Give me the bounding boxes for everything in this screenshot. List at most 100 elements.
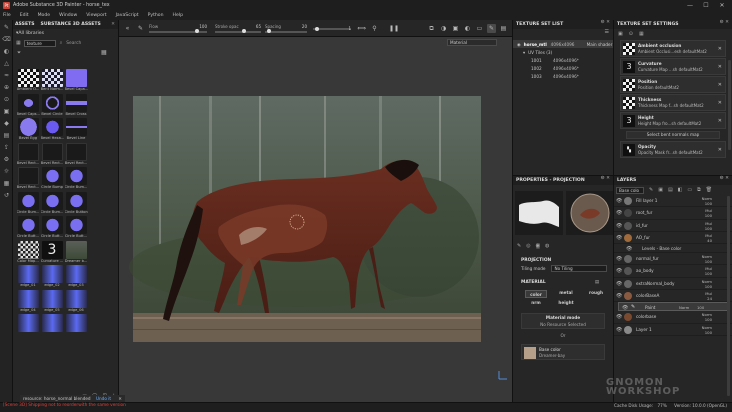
- shelf-icon[interactable]: ▦: [2, 179, 11, 188]
- menu-window[interactable]: Window: [59, 13, 77, 18]
- menu-file[interactable]: File: [3, 13, 11, 18]
- spacing-value[interactable]: 20: [302, 24, 307, 29]
- menu-mode[interactable]: Mode: [38, 13, 51, 18]
- add-folder-icon[interactable]: ▭: [687, 187, 692, 193]
- panel-options-icon[interactable]: ⚙ ✕: [601, 20, 610, 25]
- stroke-opacity-knob[interactable]: [242, 29, 246, 33]
- visibility-eye-icon[interactable]: 👁: [616, 235, 622, 241]
- spacing-track[interactable]: [265, 29, 307, 33]
- asset-tile[interactable]: edge_01: [16, 265, 40, 290]
- eraser-icon[interactable]: ⌫: [2, 35, 11, 44]
- material-tab-icon[interactable]: ◍: [545, 243, 549, 249]
- stroke-opacity-value[interactable]: 65: [256, 24, 261, 29]
- duplicate-icon[interactable]: ⧉: [697, 187, 701, 193]
- visibility-eye-icon[interactable]: 👁: [616, 293, 622, 299]
- layer-name[interactable]: colorbase: [636, 314, 656, 319]
- brush-tab-icon[interactable]: ✎: [517, 243, 521, 249]
- base-color-swatch[interactable]: [524, 347, 536, 359]
- history-icon[interactable]: ↺: [2, 191, 11, 200]
- layer-name[interactable]: Paint: [645, 305, 655, 310]
- panel-options-icon[interactable]: ⚙ ✕: [720, 20, 729, 25]
- visibility-eye-icon[interactable]: 👁: [616, 281, 622, 287]
- asset-tile[interactable]: Bevel Rect...: [16, 167, 40, 192]
- asset-tile[interactable]: Color Map...: [16, 240, 40, 266]
- layer-row[interactable]: 👁 Fill layer 1 Norm 100: [614, 195, 732, 208]
- 3d-viewport[interactable]: Material: [119, 37, 512, 402]
- asset-tile[interactable]: [64, 314, 88, 339]
- bake-maps-icon[interactable]: ⊙: [629, 31, 633, 37]
- panel-options-icon[interactable]: ⚙ ✕: [601, 176, 610, 181]
- add-channel-icon[interactable]: ▣: [618, 31, 623, 37]
- layer-row[interactable]: 👁 root_fur Mul 100: [614, 207, 732, 220]
- layer-opacity[interactable]: 100: [698, 213, 712, 218]
- add-effect-icon[interactable]: ✎: [649, 187, 653, 193]
- smudge-icon[interactable]: ≈: [2, 71, 11, 80]
- alpha-tab-icon[interactable]: ◎: [526, 243, 530, 249]
- panel-options-icon[interactable]: ⚙ ✕: [720, 176, 729, 181]
- mesh-map-slot[interactable]: 3 Height Height Map fro...sh defaultMat2 ✕: [620, 112, 726, 129]
- lazy-mouse-icon[interactable]: ⚲: [370, 24, 379, 33]
- remove-icon[interactable]: ✕: [718, 147, 722, 153]
- search-input[interactable]: Search: [66, 41, 81, 46]
- texture-set-row[interactable]: ◉ horse_mtl 4096x4096 Main shader: [513, 40, 613, 48]
- extra-track[interactable]: [313, 26, 351, 31]
- layer-name[interactable]: colorBaseA: [636, 293, 659, 298]
- spacing-slider[interactable]: Spacing 20: [265, 24, 307, 33]
- remove-icon[interactable]: ✕: [718, 82, 722, 88]
- asset-tile[interactable]: Dreamer b...: [64, 240, 88, 266]
- asset-tile[interactable]: Bevel Circle: [40, 93, 64, 119]
- asset-tile[interactable]: Bevel Cross: [64, 93, 88, 119]
- uv-tiles-header[interactable]: ▾ UV Tiles (3): [513, 48, 613, 56]
- channel-height-toggle[interactable]: height: [551, 299, 581, 309]
- layer-opacity[interactable]: 100: [698, 330, 712, 335]
- paint-mode-icon[interactable]: ✎: [487, 24, 496, 33]
- asset-tile[interactable]: Bevel Rect...: [64, 142, 88, 168]
- asset-tile[interactable]: Bevel Line: [64, 118, 88, 143]
- asset-tile[interactable]: Bevel Rect...: [40, 142, 64, 168]
- layer-opacity[interactable]: 100: [698, 201, 712, 206]
- layers-scrollbar[interactable]: [727, 196, 730, 396]
- flow-slider[interactable]: Flow 100: [149, 24, 207, 33]
- visibility-eye-icon[interactable]: 👁: [616, 314, 622, 320]
- layer-row[interactable]: 👁 Layer 1 Norm 100: [614, 324, 732, 336]
- asset-tile[interactable]: Circle Bump: [40, 167, 64, 192]
- uv-tile-row[interactable]: 1003 4096x4096*: [513, 72, 613, 80]
- panel-close-icon[interactable]: ✕: [111, 22, 115, 27]
- layer-opacity[interactable]: 40: [698, 238, 712, 243]
- layer-name[interactable]: extraNormal_body: [636, 281, 675, 286]
- layer-name[interactable]: normal_fur: [636, 256, 659, 261]
- asset-tile[interactable]: [40, 314, 64, 339]
- asset-tile[interactable]: Bevel Capa...: [64, 69, 88, 94]
- asset-tile[interactable]: edge_02: [40, 265, 64, 290]
- channel-nrm-toggle[interactable]: nrm: [521, 299, 551, 309]
- asset-tile[interactable]: Bent Norm...: [40, 69, 64, 94]
- asset-tile[interactable]: Circle Butt...: [64, 216, 88, 241]
- asset-tile[interactable]: Circle Butt...: [40, 216, 64, 241]
- clone-icon[interactable]: ⊕: [2, 83, 11, 92]
- visibility-eye-icon[interactable]: 👁: [616, 268, 622, 274]
- remove-icon[interactable]: ✕: [718, 64, 722, 70]
- grid-icon[interactable]: ▦: [16, 40, 21, 46]
- layer-name[interactable]: root_fur: [636, 210, 652, 215]
- extra-value[interactable]: 1: [348, 26, 351, 31]
- remove-icon[interactable]: ✕: [718, 46, 722, 52]
- mesh-maps-icon[interactable]: ▦: [639, 31, 644, 37]
- visibility-eye-icon[interactable]: 👁: [626, 246, 632, 252]
- fill-icon[interactable]: ▤: [2, 131, 11, 140]
- stroke-opacity-track[interactable]: [215, 29, 261, 33]
- remove-icon[interactable]: ✕: [718, 100, 722, 106]
- view-settings-icon[interactable]: ▤: [499, 24, 508, 33]
- asset-tile[interactable]: Bevel Egg: [16, 118, 40, 143]
- channel-metal-toggle[interactable]: metal: [551, 289, 581, 299]
- layer-row[interactable]: 👁 ✎ Paint Norm 100: [618, 302, 728, 312]
- asset-tile[interactable]: 3 Curvature ...: [40, 240, 64, 266]
- layer-opacity[interactable]: 100: [697, 305, 704, 310]
- asset-tile[interactable]: edge_04: [16, 289, 40, 315]
- collapse-icon[interactable]: «: [123, 24, 132, 33]
- camera-icon[interactable]: ⧉: [427, 24, 436, 33]
- layer-opacity[interactable]: 24: [698, 296, 712, 301]
- asset-tile[interactable]: Circle Button: [64, 191, 88, 217]
- settings-icon[interactable]: ⚙: [2, 155, 11, 164]
- mesh-map-slot[interactable]: 3 Curvature Curvature Map ...sh defaultMat…: [620, 58, 726, 75]
- visibility-eye-icon[interactable]: 👁: [616, 256, 622, 262]
